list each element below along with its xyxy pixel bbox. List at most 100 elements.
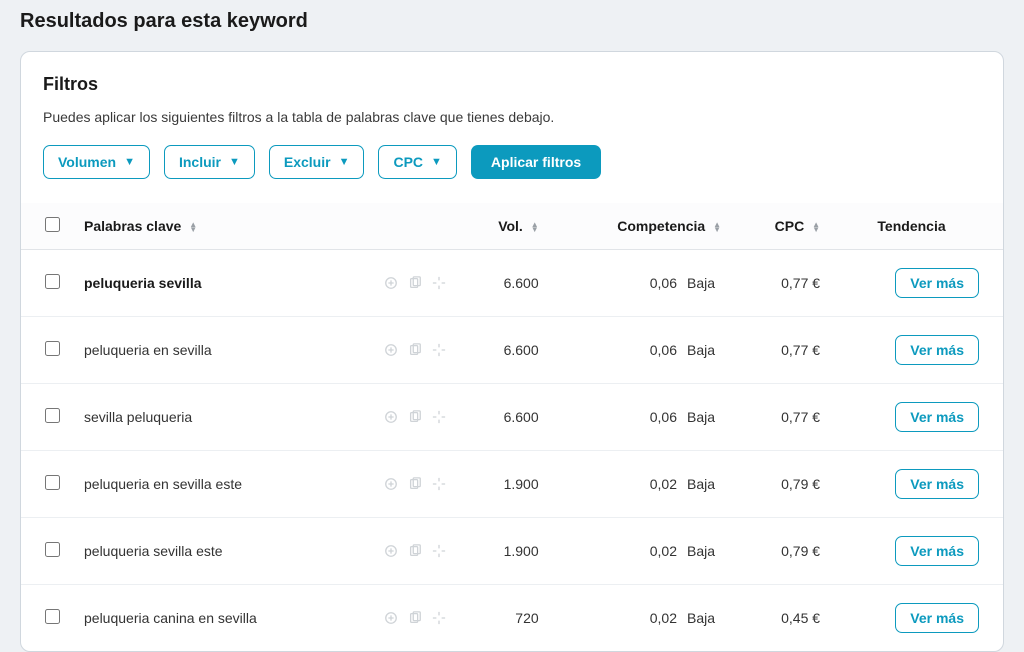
column-competencia[interactable]: Competencia ▲▼: [551, 203, 733, 250]
keyword-text: peluqueria en sevilla este: [84, 476, 242, 492]
vol-cell: 1.900: [459, 518, 551, 585]
row-actions: [383, 409, 447, 425]
column-keyword[interactable]: Palabras clave ▲▼: [72, 203, 459, 250]
row-actions: [383, 610, 447, 626]
column-tendencia: Tendencia: [832, 203, 1003, 250]
table-row: peluqueria sevilla6.6000,06Baja0,77 €Ver…: [21, 250, 1003, 317]
sort-icon: ▲▼: [812, 222, 820, 232]
column-cpc[interactable]: CPC ▲▼: [733, 203, 832, 250]
copy-icon[interactable]: [407, 610, 423, 626]
comp-label: Baja: [687, 275, 721, 291]
vol-cell: 6.600: [459, 317, 551, 384]
filters-card: Filtros Puedes aplicar los siguientes fi…: [20, 51, 1004, 652]
cpc-cell: 0,79 €: [733, 451, 832, 518]
row-checkbox[interactable]: [45, 341, 60, 356]
comp-label: Baja: [687, 476, 721, 492]
filter-volumen-label: Volumen: [58, 154, 116, 170]
keyword-text: peluqueria sevilla este: [84, 543, 223, 559]
ver-mas-button[interactable]: Ver más: [895, 402, 979, 432]
comp-label: Baja: [687, 409, 721, 425]
add-icon[interactable]: [383, 409, 399, 425]
chevron-down-icon: ▼: [431, 156, 442, 168]
filter-volumen-button[interactable]: Volumen ▼: [43, 145, 150, 179]
copy-icon[interactable]: [407, 476, 423, 492]
filter-cpc-button[interactable]: CPC ▼: [378, 145, 456, 179]
column-tendencia-label: Tendencia: [877, 218, 945, 234]
add-icon[interactable]: [383, 476, 399, 492]
ver-mas-button[interactable]: Ver más: [895, 469, 979, 499]
comp-cell: 0,02Baja: [551, 451, 733, 518]
page-title: Resultados para esta keyword: [20, 10, 1004, 33]
column-competencia-label: Competencia: [617, 218, 705, 234]
row-actions: [383, 342, 447, 358]
sparkle-icon[interactable]: [431, 543, 447, 559]
copy-icon[interactable]: [407, 543, 423, 559]
comp-value: 0,02: [650, 610, 677, 626]
select-all-checkbox[interactable]: [45, 217, 60, 232]
cpc-cell: 0,77 €: [733, 317, 832, 384]
filter-incluir-label: Incluir: [179, 154, 221, 170]
keyword-text: peluqueria canina en sevilla: [84, 610, 257, 626]
comp-value: 0,06: [650, 342, 677, 358]
vol-cell: 6.600: [459, 384, 551, 451]
column-vol[interactable]: Vol. ▲▼: [459, 203, 551, 250]
row-checkbox[interactable]: [45, 542, 60, 557]
filter-row: Volumen ▼ Incluir ▼ Excluir ▼ CPC ▼ Apli…: [43, 145, 981, 179]
comp-cell: 0,06Baja: [551, 384, 733, 451]
row-actions: [383, 275, 447, 291]
filters-heading: Filtros: [43, 74, 981, 95]
filter-incluir-button[interactable]: Incluir ▼: [164, 145, 255, 179]
table-row: peluqueria en sevilla este 1.9000,02Baja0…: [21, 451, 1003, 518]
row-checkbox[interactable]: [45, 274, 60, 289]
table-row: peluqueria canina en sevilla7200,02Baja0…: [21, 585, 1003, 652]
vol-cell: 1.900: [459, 451, 551, 518]
table-row: sevilla peluqueria 6.6000,06Baja0,77 € Ver…: [21, 384, 1003, 451]
chevron-down-icon: ▼: [339, 156, 350, 168]
filter-excluir-button[interactable]: Excluir ▼: [269, 145, 365, 179]
apply-filters-button[interactable]: Aplicar filtros: [471, 145, 601, 179]
comp-label: Baja: [687, 610, 721, 626]
column-keyword-label: Palabras clave: [84, 218, 181, 234]
cpc-cell: 0,45 €: [733, 585, 832, 652]
comp-cell: 0,06Baja: [551, 317, 733, 384]
keywords-table: Palabras clave ▲▼ Vol. ▲▼ Competencia ▲▼…: [21, 203, 1003, 651]
filter-cpc-label: CPC: [393, 154, 423, 170]
cpc-cell: 0,77 €: [733, 384, 832, 451]
add-icon[interactable]: [383, 610, 399, 626]
column-cpc-label: CPC: [775, 218, 805, 234]
add-icon[interactable]: [383, 342, 399, 358]
cpc-cell: 0,79 €: [733, 518, 832, 585]
keyword-text: sevilla peluqueria: [84, 409, 192, 425]
sort-icon: ▲▼: [189, 222, 197, 232]
ver-mas-button[interactable]: Ver más: [895, 268, 979, 298]
column-vol-label: Vol.: [498, 218, 523, 234]
copy-icon[interactable]: [407, 409, 423, 425]
sparkle-icon[interactable]: [431, 275, 447, 291]
add-icon[interactable]: [383, 543, 399, 559]
row-checkbox[interactable]: [45, 408, 60, 423]
sparkle-icon[interactable]: [431, 610, 447, 626]
ver-mas-button[interactable]: Ver más: [895, 335, 979, 365]
add-icon[interactable]: [383, 275, 399, 291]
sparkle-icon[interactable]: [431, 476, 447, 492]
copy-icon[interactable]: [407, 342, 423, 358]
copy-icon[interactable]: [407, 275, 423, 291]
row-actions: [383, 543, 447, 559]
comp-label: Baja: [687, 543, 721, 559]
sparkle-icon[interactable]: [431, 409, 447, 425]
sort-icon: ▲▼: [713, 222, 721, 232]
ver-mas-button[interactable]: Ver más: [895, 536, 979, 566]
sort-icon: ▲▼: [531, 222, 539, 232]
row-checkbox[interactable]: [45, 475, 60, 490]
keyword-text: peluqueria sevilla: [84, 275, 202, 291]
sparkle-icon[interactable]: [431, 342, 447, 358]
chevron-down-icon: ▼: [229, 156, 240, 168]
comp-cell: 0,02Baja: [551, 518, 733, 585]
chevron-down-icon: ▼: [124, 156, 135, 168]
row-checkbox[interactable]: [45, 609, 60, 624]
select-all-header: [21, 203, 72, 250]
ver-mas-button[interactable]: Ver más: [895, 603, 979, 633]
filters-description: Puedes aplicar los siguientes filtros a …: [43, 109, 981, 125]
comp-cell: 0,02 Baja: [551, 585, 733, 652]
comp-cell: 0,06Baja: [551, 250, 733, 317]
